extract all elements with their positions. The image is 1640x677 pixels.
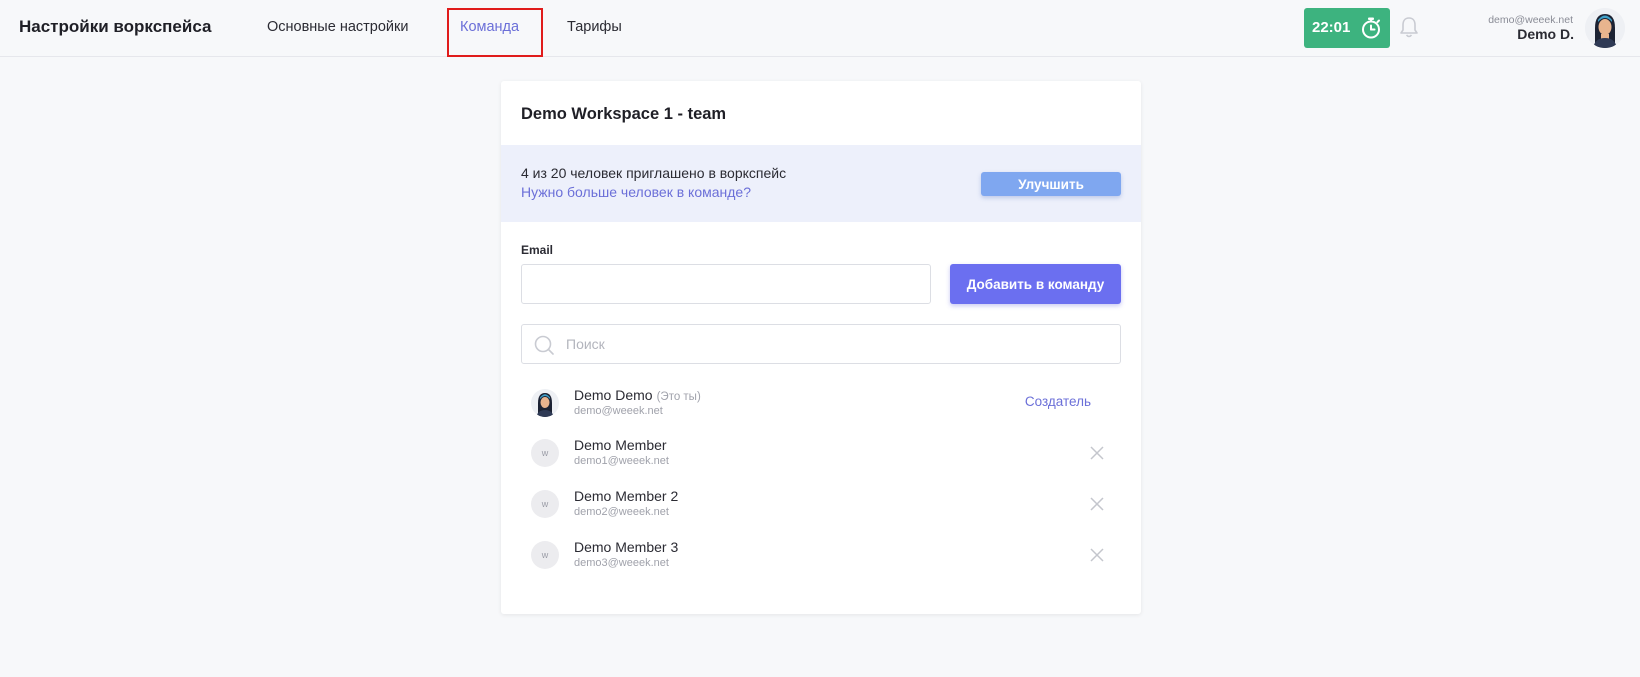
tab-general-settings[interactable]: Основные настройки xyxy=(267,19,408,35)
close-icon[interactable] xyxy=(1090,497,1104,516)
add-to-team-button[interactable]: Добавить в команду xyxy=(950,264,1121,304)
upgrade-button[interactable]: Улучшить xyxy=(981,172,1121,196)
avatar: w xyxy=(531,490,559,518)
close-icon[interactable] xyxy=(1090,548,1104,567)
you-label: (Это ты) xyxy=(656,391,701,403)
list-item: Demo Demo (Это ты) demo@weeek.net Создате… xyxy=(521,382,1121,424)
avatar xyxy=(531,389,559,417)
stopwatch-icon xyxy=(1360,16,1382,45)
member-email: demo3@weeek.net xyxy=(574,557,669,569)
member-role: Создатель xyxy=(1024,394,1091,409)
timer-value: 22:01 xyxy=(1312,19,1351,36)
list-item: w Demo Member 3 demo3@weeek.net xyxy=(521,534,1121,576)
search-icon xyxy=(534,335,554,360)
tab-tariffs[interactable]: Тарифы xyxy=(567,19,622,35)
avatar: w xyxy=(531,439,559,467)
member-name: Demo Member 3 xyxy=(574,539,679,555)
close-icon[interactable] xyxy=(1090,446,1104,465)
tab-team[interactable]: Команда xyxy=(460,19,519,35)
search-input[interactable] xyxy=(566,326,1106,362)
list-item: w Demo Member 2 demo2@weeek.net xyxy=(521,483,1121,525)
page-title: Настройки воркспейса xyxy=(19,17,212,36)
search-box[interactable] xyxy=(521,324,1121,364)
avatar[interactable] xyxy=(1585,8,1625,48)
more-people-link[interactable]: Нужно больше человек в команде? xyxy=(521,184,751,200)
member-name-text: Demo Demo xyxy=(574,387,653,403)
member-email: demo@weeek.net xyxy=(574,405,663,417)
invite-count-text: 4 из 20 человек приглашено в воркспейс xyxy=(521,165,787,181)
timer-button[interactable]: 22:01 xyxy=(1304,8,1390,48)
avatar: w xyxy=(531,541,559,569)
member-name: Demo Member 2 xyxy=(574,488,679,504)
email-label: Email xyxy=(521,243,554,257)
member-name: Demo Demo (Это ты) xyxy=(574,387,701,403)
member-email: demo1@weeek.net xyxy=(574,455,669,467)
top-header: Настройки воркспейса Основные настройки … xyxy=(0,0,1640,57)
list-item: w Demo Member demo1@weeek.net xyxy=(521,432,1121,474)
card-title: Demo Workspace 1 - team xyxy=(521,105,727,123)
bell-icon[interactable] xyxy=(1398,15,1420,44)
member-email: demo2@weeek.net xyxy=(574,506,669,518)
user-email: demo@weeek.net xyxy=(1488,14,1573,26)
user-name[interactable]: Demo D. xyxy=(1517,26,1574,42)
team-card: Demo Workspace 1 - team 4 из 20 человек … xyxy=(501,81,1141,614)
member-name: Demo Member xyxy=(574,437,667,453)
email-field[interactable] xyxy=(521,264,931,304)
upgrade-banner: 4 из 20 человек приглашено в воркспейс Н… xyxy=(501,145,1141,222)
